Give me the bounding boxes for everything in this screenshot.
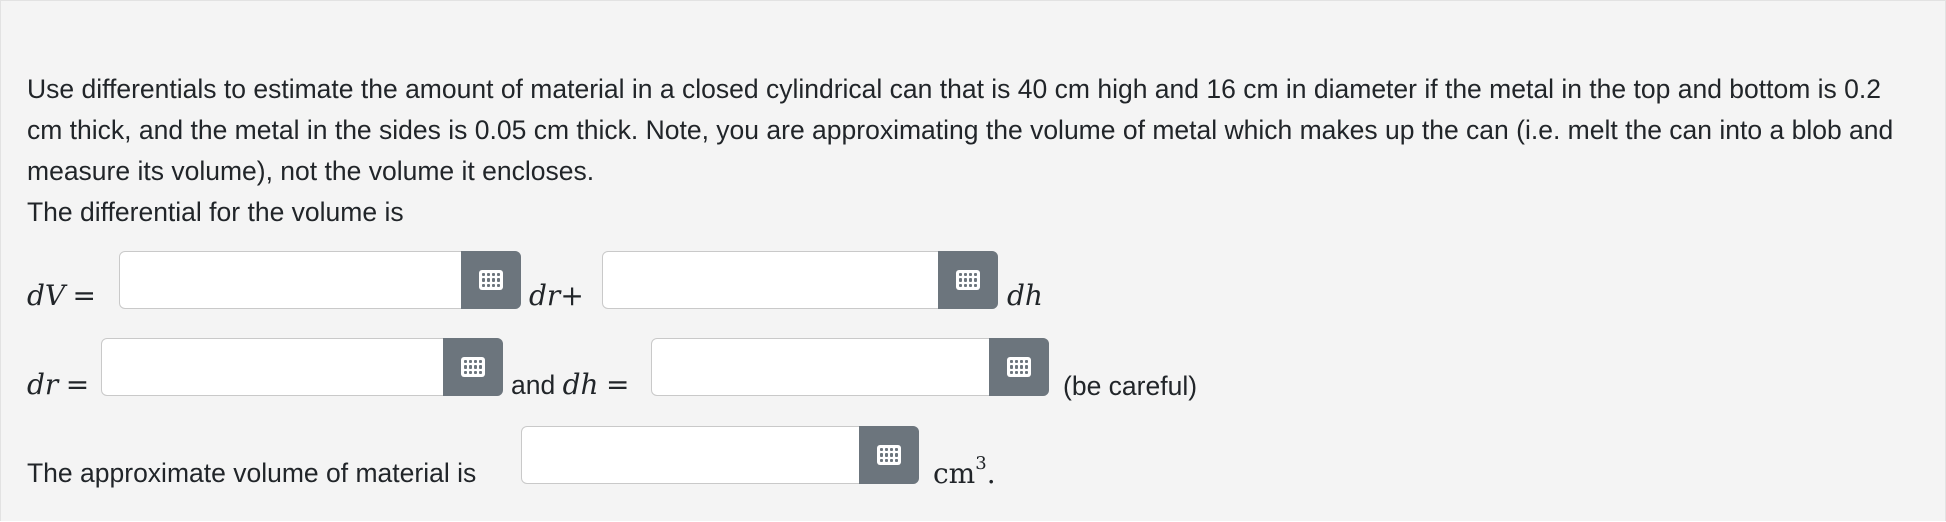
math-keyboard-button[interactable]: [859, 426, 919, 484]
grid-keyboard-icon: [461, 357, 485, 377]
volume-unit: cm3.: [933, 453, 996, 490]
dr-input[interactable]: [110, 347, 434, 387]
dh-label: dh: [1007, 279, 1043, 312]
grid-keyboard-icon: [479, 270, 503, 290]
dv-dr-coefficient-input[interactable]: [128, 260, 452, 300]
math-keyboard-button[interactable]: [989, 338, 1049, 396]
dr-field[interactable]: [101, 338, 503, 396]
grid-keyboard-icon: [1007, 357, 1031, 377]
be-careful-note: (be careful): [1063, 371, 1198, 401]
math-keyboard-button[interactable]: [443, 338, 503, 396]
grid-keyboard-icon: [956, 270, 980, 290]
volume-field[interactable]: [521, 426, 919, 484]
dv-dh-coefficient-input[interactable]: [611, 260, 929, 300]
dv-dr-coefficient-field[interactable]: [119, 251, 521, 309]
dh-field[interactable]: [651, 338, 1049, 396]
dh-input[interactable]: [660, 347, 980, 387]
dr-label: dr =: [27, 368, 90, 401]
grid-keyboard-icon: [877, 445, 901, 465]
math-keyboard-button[interactable]: [461, 251, 521, 309]
volume-input[interactable]: [530, 435, 850, 475]
and-dh-label: and dh =: [511, 368, 630, 401]
volume-prompt: The approximate volume of material is: [27, 458, 477, 488]
dv-label: dV =: [27, 279, 96, 312]
dr-plus-label: dr+: [529, 279, 584, 312]
question-panel: Use differentials to estimate the amount…: [0, 0, 1946, 521]
problem-text: Use differentials to estimate the amount…: [27, 69, 1917, 233]
differential-prompt: The differential for the volume is: [27, 197, 404, 227]
math-keyboard-button[interactable]: [938, 251, 998, 309]
problem-statement: Use differentials to estimate the amount…: [27, 74, 1894, 186]
dv-dh-coefficient-field[interactable]: [602, 251, 998, 309]
